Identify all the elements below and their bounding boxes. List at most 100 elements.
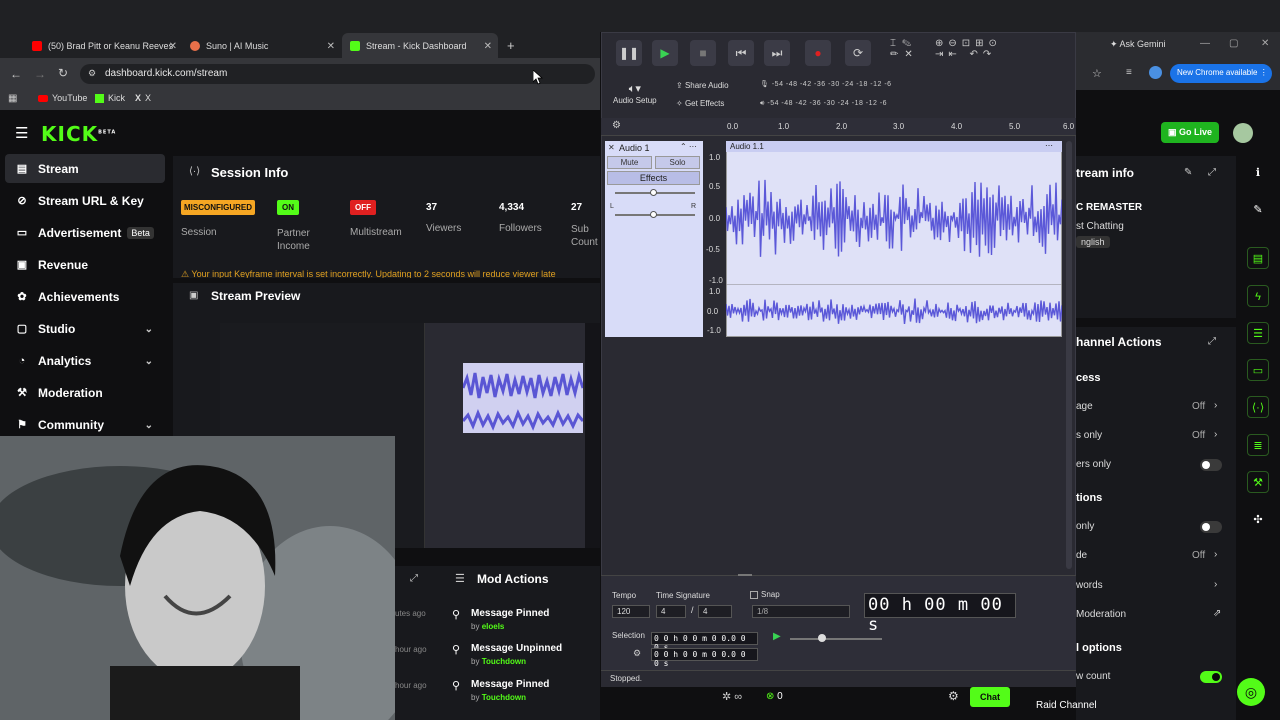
play-at-speed-button[interactable]: ▶ <box>773 631 781 642</box>
skip-end-button[interactable]: ⏭ <box>764 40 790 66</box>
sparkle-icon[interactable]: ✣ <box>1247 509 1269 531</box>
forward-icon[interactable]: → <box>34 67 46 81</box>
action-row-label[interactable]: s only <box>1076 430 1102 441</box>
external-link-icon[interactable]: ⇗ <box>1213 608 1221 619</box>
site-info-icon[interactable]: ⚙ <box>88 68 96 79</box>
wrench-icon[interactable]: ⚒ <box>1247 471 1269 493</box>
get-effects-button[interactable]: ✧ Get Effects <box>676 99 724 108</box>
vertical-scrollbar[interactable] <box>1066 141 1072 569</box>
solo-button[interactable]: Solo <box>655 156 700 169</box>
action-row-label[interactable]: only <box>1076 521 1094 532</box>
chevron-right-icon[interactable]: › <box>1214 549 1217 560</box>
stop-button[interactable]: ■ <box>690 40 716 66</box>
list-icon[interactable]: ☰ <box>1247 322 1269 344</box>
speed-slider-thumb[interactable] <box>818 634 826 642</box>
sidebar-item-studio[interactable]: ▢ Studio ⌄ <box>0 315 165 343</box>
snap-checkbox[interactable] <box>750 591 758 599</box>
star-icon[interactable]: ☆ <box>1092 67 1102 80</box>
back-icon[interactable]: ← <box>10 67 22 81</box>
track-close-icon[interactable]: ✕ <box>608 143 615 152</box>
action-row-label[interactable]: ers only <box>1076 459 1111 470</box>
expand-icon[interactable]: ⤢ <box>410 573 418 584</box>
bolt-icon[interactable]: ϟ <box>1247 285 1269 307</box>
selection-settings-icon[interactable]: ⚙ <box>633 648 641 659</box>
bookmark-youtube[interactable]: YouTube <box>38 93 87 103</box>
tab-suno[interactable]: Suno | AI Music ✕ <box>190 36 335 56</box>
close-icon[interactable]: ✕ <box>169 41 177 52</box>
edit-icon[interactable]: ✎ <box>1184 167 1192 178</box>
reload-icon[interactable]: ↻ <box>58 66 68 80</box>
audio-setup-button[interactable]: 🔈︎▾ Audio Setup <box>613 82 657 105</box>
sidebar-item-stream[interactable]: ▤ Stream <box>0 155 165 183</box>
tab-kick-dashboard[interactable]: Stream - Kick Dashboard ✕ <box>350 36 492 56</box>
emote-icon[interactable]: ✲ ∞ <box>722 690 742 703</box>
gain-slider-thumb[interactable] <box>650 189 657 196</box>
bookmark-x[interactable]: XX <box>135 93 151 103</box>
track-menu-icon[interactable]: ⌃ ⋯ <box>680 142 697 151</box>
sidebar-item-community[interactable]: ⚑ Community ⌄ <box>0 411 165 439</box>
timeline-settings-icon[interactable]: ⚙ <box>612 120 621 131</box>
action-row-label[interactable]: age <box>1076 401 1093 412</box>
go-live-button[interactable]: ▣ Go Live <box>1161 122 1219 143</box>
resize-handle[interactable] <box>738 574 752 576</box>
pan-slider-thumb[interactable] <box>650 211 657 218</box>
apps-icon[interactable]: ▦ <box>8 93 17 104</box>
sidebar-item-advertisement[interactable]: ▭ Advertisement Beta <box>0 219 165 247</box>
timesig-numerator[interactable]: 4 <box>656 605 686 618</box>
sidebar-item-analytics[interactable]: ◔ Analytics ⌄ <box>0 347 165 375</box>
close-icon[interactable]: ✕ <box>484 41 492 52</box>
play-button[interactable]: ▶ <box>652 40 678 66</box>
close-icon[interactable]: ✕ <box>327 41 335 52</box>
mute-button[interactable]: Mute <box>607 156 652 169</box>
clip-menu-icon[interactable]: ⋯ <box>1045 141 1053 150</box>
support-button[interactable]: ◎ <box>1237 678 1265 706</box>
sidebar-item-stream-url-key[interactable]: ⊘ Stream URL & Key <box>0 187 165 215</box>
tools-icons[interactable]: ⌶✎ ✏✕ <box>890 38 919 60</box>
new-chrome-button[interactable]: New Chrome available ⋮ <box>1170 64 1272 83</box>
selection-start[interactable]: 0 0 h 0 0 m 0 0.0 0 0 s <box>651 632 758 652</box>
playback-meter[interactable]: 🔊︎ -54 -48 -42 -36 -30 -24 -18 -12 -6 <box>760 100 887 108</box>
action-row-label[interactable]: words <box>1076 580 1103 591</box>
window-close-icon[interactable]: ✕ <box>1261 38 1269 49</box>
minimize-icon[interactable]: — <box>1200 38 1210 49</box>
tab-youtube[interactable]: (50) Brad Pitt or Keanu Reeves ✕ <box>32 36 177 56</box>
speed-slider[interactable] <box>790 638 882 640</box>
emote-only-toggle[interactable] <box>1200 521 1222 533</box>
profile-icon[interactable] <box>1149 66 1162 79</box>
zoom-icons[interactable]: ⊕⊖⊡⊞⊙ ⇥⇤ ↶↷ <box>935 38 1002 60</box>
pencil-icon[interactable]: ✎ <box>1247 199 1269 221</box>
expand-icon[interactable]: ⤢ <box>1208 167 1216 178</box>
extensions-icon[interactable]: ≡ <box>1126 67 1132 78</box>
loop-button[interactable]: ⟳ <box>845 40 871 66</box>
sidebar-item-revenue[interactable]: ▣ Revenue <box>0 251 165 279</box>
server-icon[interactable]: ≣ <box>1247 434 1269 456</box>
action-row-label[interactable]: Moderation <box>1076 609 1126 620</box>
avatar[interactable] <box>1233 123 1253 143</box>
sidebar-item-moderation[interactable]: ⚒ Moderation <box>0 379 165 407</box>
menu-icon[interactable]: ☰ <box>15 124 28 142</box>
record-button[interactable]: ● <box>805 40 831 66</box>
selection-end[interactable]: 0 0 h 0 0 m 0 0.0 0 0 s <box>651 648 758 668</box>
ask-gemini-button[interactable]: ✦ Ask Gemini <box>1110 39 1166 50</box>
pause-button[interactable]: ❚❚ <box>616 40 642 66</box>
track-name[interactable]: Audio 1 <box>619 143 650 153</box>
chevron-right-icon[interactable]: › <box>1214 579 1217 590</box>
time-display[interactable]: 00 h 00 m 00 s <box>864 593 1016 635</box>
raid-channel-label[interactable]: Raid Channel <box>1036 700 1097 711</box>
record-meter[interactable]: 🎙︎ -54 -48 -42 -36 -30 -24 -18 -12 -6 <box>760 80 892 88</box>
info-icon[interactable]: ℹ <box>1247 162 1269 184</box>
chevron-right-icon[interactable]: › <box>1214 400 1217 411</box>
expand-icon[interactable]: ⤢ <box>1208 336 1216 347</box>
tempo-field[interactable]: 120 <box>612 605 650 618</box>
skip-start-button[interactable]: ⏮ <box>728 40 754 66</box>
viewer-count-label[interactable]: w count <box>1076 671 1110 682</box>
effects-button[interactable]: Effects <box>607 171 700 185</box>
address-bar[interactable]: dashboard.kick.com/stream <box>80 64 595 84</box>
chat-icon[interactable]: ▭ <box>1247 359 1269 381</box>
chevron-right-icon[interactable]: › <box>1214 429 1217 440</box>
share-audio-button[interactable]: ⇪ Share Audio <box>676 81 729 90</box>
action-row-label[interactable]: de <box>1076 550 1087 561</box>
settings-icon[interactable]: ⚙ <box>948 689 959 703</box>
chat-send-button[interactable]: Chat <box>970 687 1010 707</box>
new-tab-button[interactable]: + <box>507 38 515 53</box>
